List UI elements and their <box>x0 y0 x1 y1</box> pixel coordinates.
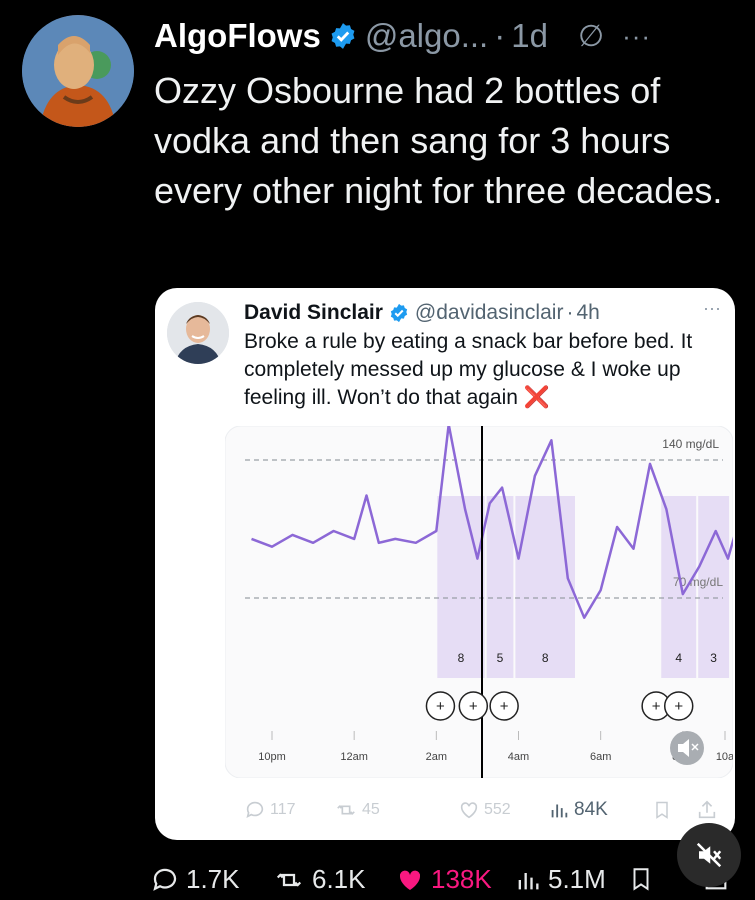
mute-video-icon[interactable] <box>670 731 704 765</box>
upper-threshold-label: 140 mg/dL <box>662 437 719 451</box>
repost-icon <box>337 805 355 815</box>
heart-filled-icon <box>399 870 421 890</box>
x-tick-label: 6am <box>590 751 611 763</box>
quoted-author-handle[interactable]: @davidasinclair <box>415 301 564 325</box>
views-icon <box>551 804 568 818</box>
quoted-tweet-card[interactable]: David Sinclair @davidasinclair · 4h ··· … <box>155 288 735 840</box>
quoted-reply-count: 117 <box>270 801 296 818</box>
tweet-actions: 1.7K 6.1K 138K 5.1M <box>150 860 750 900</box>
grok-icon[interactable]: ∅ <box>578 19 604 54</box>
views-icon <box>518 872 539 889</box>
separator-dot: · <box>494 17 506 54</box>
quoted-like-count: 552 <box>484 801 511 818</box>
svg-text:+: + <box>469 698 478 715</box>
quoted-tweet-time[interactable]: 4h <box>576 301 599 325</box>
repost-button[interactable]: 6.1K <box>272 864 366 895</box>
tweet-time[interactable]: 1d <box>511 17 548 55</box>
quoted-reply-button[interactable]: 117 <box>244 799 296 821</box>
spike-count-label: 4 <box>675 651 682 665</box>
author-handle[interactable]: @algo... <box>365 17 488 55</box>
quoted-share-button[interactable] <box>696 799 718 821</box>
reply-count: 1.7K <box>186 864 240 894</box>
like-icon <box>460 802 478 819</box>
spike-count-label: 3 <box>710 651 717 665</box>
quoted-repost-count: 45 <box>362 801 380 818</box>
views-button[interactable]: 5.1M <box>514 864 606 895</box>
quoted-bookmark-button[interactable] <box>652 799 672 821</box>
quoted-tweet-header: David Sinclair @davidasinclair · 4h <box>244 301 600 325</box>
meal-marker[interactable]: + <box>663 691 694 721</box>
mute-toggle-button[interactable] <box>677 823 741 887</box>
more-icon[interactable]: ··· <box>622 21 651 52</box>
quoted-repost-button[interactable]: 45 <box>334 799 380 821</box>
x-tick-label: 10pm <box>258 751 286 763</box>
quoted-tweet-text: Broke a rule by eating a snack bar befor… <box>244 328 724 412</box>
spike-count-label: 8 <box>458 651 465 665</box>
x-tick-label: 2am <box>426 751 447 763</box>
red-x-emoji: ❌ <box>523 386 550 409</box>
svg-text:+: + <box>652 698 661 715</box>
views-count: 5.1M <box>548 864 606 894</box>
meal-marker[interactable]: + <box>489 691 519 721</box>
quoted-author-avatar[interactable] <box>167 302 229 364</box>
quoted-more-icon[interactable]: ··· <box>703 298 721 319</box>
quoted-like-button[interactable]: 552 <box>458 799 511 821</box>
verified-badge-icon <box>329 22 357 50</box>
share-icon <box>698 800 716 819</box>
tweet-text: Ozzy Osbourne had 2 bottles of vodka and… <box>154 70 723 211</box>
spike-count-label: 8 <box>542 651 549 665</box>
quoted-text-body: Broke a rule by eating a snack bar befor… <box>244 330 693 409</box>
reply-icon <box>246 801 264 818</box>
svg-text:+: + <box>500 698 509 715</box>
repost-count: 6.1K <box>312 864 366 894</box>
quoted-views-button[interactable]: 84K <box>548 799 608 821</box>
meal-marker[interactable]: + <box>458 691 489 721</box>
glucose-chart: 140 mg/dL 70 mg/dL 85843 + + + + + 10pm 12am 2… <box>225 426 733 778</box>
x-tick-label: 4am <box>508 751 529 763</box>
x-tick-label: 12am <box>340 751 368 763</box>
author-name[interactable]: AlgoFlows <box>154 17 321 55</box>
meal-marker[interactable]: + <box>425 691 456 721</box>
bookmark-icon <box>656 801 668 819</box>
reply-button[interactable]: 1.7K <box>150 864 240 895</box>
quoted-separator-dot: · <box>566 301 574 324</box>
quoted-views-count: 84K <box>574 799 608 820</box>
quoted-verified-badge-icon <box>389 303 409 323</box>
quoted-author-name[interactable]: David Sinclair <box>244 301 383 325</box>
like-count: 138K <box>431 864 492 894</box>
like-button[interactable]: 138K <box>395 864 492 895</box>
svg-text:+: + <box>436 698 445 715</box>
tweet-header: AlgoFlows @algo... · 1d ∅ ··· <box>154 14 651 58</box>
x-tick-label: 10a <box>716 751 733 763</box>
bookmark-icon <box>633 868 649 891</box>
repost-icon <box>276 872 302 887</box>
quoted-actions: 117 45 552 84K <box>244 793 724 829</box>
mute-icon <box>696 842 722 868</box>
spike-count-label: 5 <box>497 651 504 665</box>
reply-icon <box>153 868 177 891</box>
bookmark-button[interactable] <box>628 864 654 894</box>
svg-text:+: + <box>674 698 683 715</box>
author-avatar[interactable] <box>22 15 134 127</box>
